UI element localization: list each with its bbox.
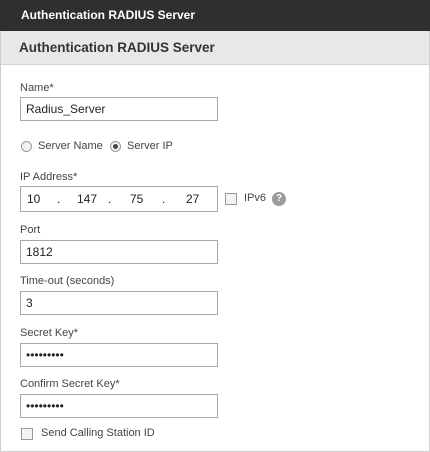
ip-octet-3[interactable]: 75 — [130, 192, 143, 206]
ipv6-label[interactable]: IPv6 — [244, 192, 266, 204]
name-field[interactable] — [20, 97, 218, 121]
ipv6-checkbox[interactable] — [225, 193, 237, 205]
ip-separator: . — [57, 192, 61, 206]
ip-octet-4[interactable]: 27 — [186, 192, 199, 206]
ip-separator: . — [162, 192, 166, 206]
ip-octet-1[interactable]: 10 — [27, 192, 40, 206]
window-title: Authentication RADIUS Server — [0, 0, 430, 31]
ip-octet-2[interactable]: 147 — [77, 192, 97, 206]
timeout-field[interactable] — [20, 291, 218, 315]
ip-address-field[interactable]: 10 . 147 . 75 . 27 — [20, 186, 218, 212]
send-calling-station-id-checkbox[interactable] — [21, 428, 33, 440]
port-field[interactable] — [20, 240, 218, 264]
radius-server-panel: Authentication RADIUS Server Name* Serve… — [0, 31, 430, 452]
ip-separator: . — [108, 192, 112, 206]
server-name-radio[interactable] — [21, 141, 32, 152]
send-calling-station-id-label[interactable]: Send Calling Station ID — [41, 427, 155, 439]
confirm-secret-key-label: Confirm Secret Key* — [20, 378, 120, 390]
server-ip-radio[interactable] — [110, 141, 121, 152]
secret-key-field[interactable] — [20, 343, 218, 367]
timeout-label: Time-out (seconds) — [20, 275, 115, 287]
secret-key-label: Secret Key* — [20, 327, 79, 339]
name-label: Name* — [20, 82, 54, 94]
port-label: Port — [20, 224, 41, 236]
help-icon[interactable]: ? — [272, 192, 286, 206]
panel-header: Authentication RADIUS Server — [1, 31, 429, 65]
server-ip-radio-label[interactable]: Server IP — [127, 140, 173, 152]
ip-address-label: IP Address* — [20, 171, 78, 183]
server-name-radio-label[interactable]: Server Name — [38, 140, 103, 152]
confirm-secret-key-field[interactable] — [20, 394, 218, 418]
